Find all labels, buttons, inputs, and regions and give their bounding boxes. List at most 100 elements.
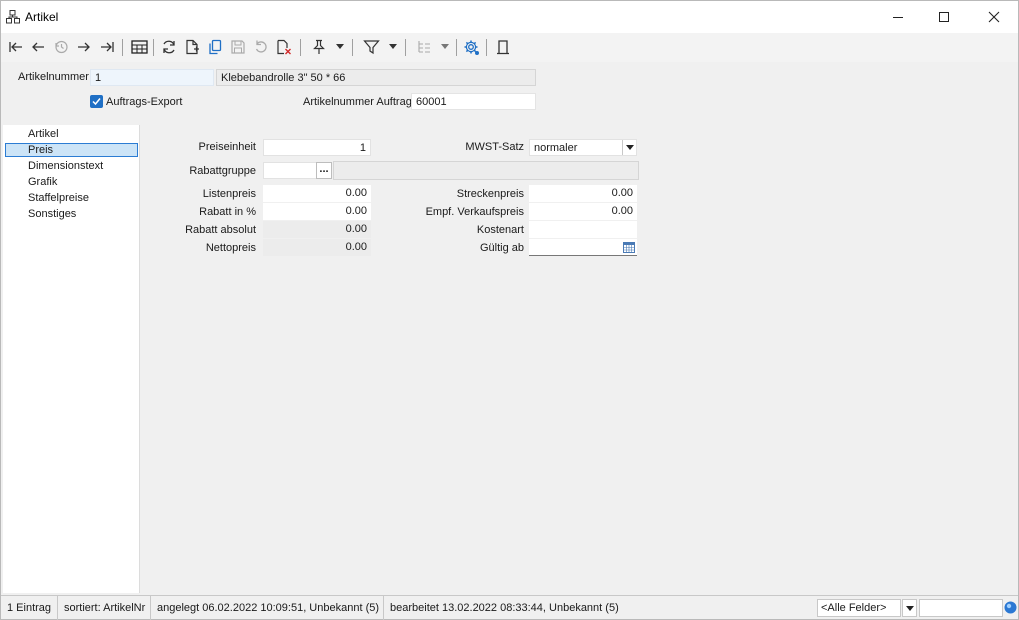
minimize-button[interactable] — [875, 1, 921, 33]
chevron-down-icon — [905, 605, 914, 611]
new-document-icon — [186, 39, 199, 55]
auftrags-export-checkbox[interactable] — [90, 95, 103, 108]
rabattgruppe-label: Rabattgruppe — [189, 165, 256, 177]
toolbar-separator — [486, 39, 487, 56]
gueltig-ab-label: Gültig ab — [479, 242, 524, 254]
search-input[interactable] — [919, 599, 1003, 617]
table-view-button[interactable] — [129, 37, 149, 57]
status-bar: 1 Eintrag sortiert: ArtikelNr angelegt 0… — [1, 595, 1018, 620]
nav-item-sonstiges[interactable]: Sonstiges — [5, 207, 138, 221]
toolbar — [1, 33, 1018, 62]
artikelnummer-input[interactable]: 1 — [90, 69, 214, 86]
rabattgruppe-description-field — [333, 161, 639, 180]
gueltig-ab-calendar-button[interactable] — [622, 240, 636, 255]
auftrags-export-label: Auftrags-Export — [106, 96, 183, 108]
kostenart-input[interactable] — [529, 221, 637, 238]
edited-status: bearbeitet 13.02.2022 08:33:44, Unbekann… — [390, 602, 619, 614]
rabatt-absolut-label: Rabatt absolut — [185, 224, 256, 236]
chevron-down-icon — [336, 44, 344, 49]
streckenpreis-input[interactable]: 0.00 — [529, 185, 637, 202]
toolbar-separator — [300, 39, 301, 56]
field-filter-select[interactable]: <Alle Felder> — [817, 599, 901, 617]
new-document-button[interactable] — [182, 37, 202, 57]
created-status: angelegt 06.02.2022 10:09:51, Unbekannt … — [151, 596, 384, 620]
rabatt-absolut-field: 0.00 — [263, 221, 371, 238]
listenpreis-label: Listenpreis — [202, 188, 256, 200]
maximize-icon — [939, 12, 949, 22]
preiseinheit-label: Preiseinheit — [198, 141, 256, 153]
preiseinheit-input[interactable]: 1 — [263, 139, 371, 156]
close-button[interactable] — [971, 1, 1017, 33]
first-record-button[interactable] — [6, 37, 26, 57]
previous-record-button[interactable] — [28, 37, 48, 57]
chevron-down-icon — [625, 145, 634, 150]
next-record-icon — [78, 42, 90, 52]
artikelnummer-auftrag-input[interactable]: 60001 — [411, 93, 536, 110]
refresh-button[interactable] — [159, 37, 179, 57]
mwst-satz-label: MWST-Satz — [465, 141, 524, 153]
filter-button[interactable] — [361, 37, 381, 57]
close-icon — [988, 11, 1000, 23]
record-count: 1 Eintrag — [1, 596, 58, 620]
settings-icon — [464, 40, 479, 55]
nav-item-artikel[interactable]: Artikel — [5, 127, 138, 141]
artikelnummer-label: Artikelnummer — [18, 71, 89, 83]
first-record-icon — [9, 42, 22, 52]
preis-panel: Preiseinheit 1 Rabattgruppe ... Listenpr… — [140, 125, 1018, 593]
bezeichnung-field: Klebebandrolle 3" 50 * 66 — [216, 69, 536, 86]
last-record-button[interactable] — [97, 37, 117, 57]
kostenart-label: Kostenart — [476, 224, 524, 236]
filter-dropdown[interactable] — [386, 37, 400, 57]
empf-verkaufspreis-label: Empf. Verkaufspreis — [425, 206, 524, 218]
settings-button[interactable] — [461, 37, 481, 57]
nav-item-dimensionstext[interactable]: Dimensionstext — [5, 159, 138, 173]
maximize-button[interactable] — [921, 1, 967, 33]
rabatt-prozent-input[interactable]: 0.00 — [263, 203, 371, 220]
table-view-icon — [130, 40, 148, 54]
nav-item-staffelpreise[interactable]: Staffelpreise — [5, 191, 138, 205]
next-record-button[interactable] — [74, 37, 94, 57]
previous-record-icon — [32, 42, 44, 52]
title-bar: Artikel — [1, 1, 1018, 33]
mwst-satz-select[interactable]: normaler — [529, 139, 637, 156]
pin-button[interactable] — [309, 37, 329, 57]
nettopreis-label: Nettopreis — [205, 242, 256, 254]
listenpreis-input[interactable]: 0.00 — [263, 185, 371, 202]
minimize-icon — [893, 17, 903, 18]
nav-item-grafik[interactable]: Grafik — [5, 175, 138, 189]
mwst-satz-dropdown-button[interactable] — [622, 140, 636, 155]
toolbar-separator — [456, 39, 457, 56]
tree-icon — [418, 41, 430, 53]
delete-document-button[interactable] — [274, 37, 294, 57]
checkmark-icon — [92, 98, 101, 106]
field-filter-dropdown-button[interactable] — [902, 599, 917, 617]
save-icon — [231, 40, 245, 54]
rabattgruppe-lookup-button[interactable]: ... — [316, 162, 332, 179]
toolbar-separator — [405, 39, 406, 56]
toolbar-separator — [352, 39, 353, 56]
empf-verkaufspreis-input[interactable]: 0.00 — [529, 203, 637, 220]
pin-dropdown[interactable] — [333, 37, 347, 57]
undo-button[interactable] — [251, 37, 271, 57]
toolbar-separator — [153, 39, 154, 56]
rabattgruppe-input[interactable] — [263, 162, 317, 179]
app-icon — [6, 10, 20, 24]
sort-status: sortiert: ArtikelNr — [58, 596, 151, 620]
window-title: Artikel — [25, 10, 59, 24]
rabatt-prozent-label: Rabatt in % — [199, 206, 256, 218]
pin-icon — [313, 39, 325, 54]
nav-item-preis[interactable]: Preis — [5, 143, 138, 157]
copy-button[interactable] — [205, 37, 225, 57]
gueltig-ab-input[interactable] — [529, 239, 637, 256]
delete-document-icon — [277, 39, 291, 55]
history-icon — [55, 40, 68, 54]
chevron-down-icon — [389, 44, 397, 49]
search-button[interactable] — [1004, 601, 1017, 614]
tree-dropdown[interactable] — [438, 37, 452, 57]
refresh-icon — [163, 40, 175, 54]
history-button[interactable] — [51, 37, 71, 57]
tree-button[interactable] — [414, 37, 434, 57]
save-button[interactable] — [228, 37, 248, 57]
bookmark-button[interactable] — [493, 37, 513, 57]
last-record-icon — [101, 42, 114, 52]
